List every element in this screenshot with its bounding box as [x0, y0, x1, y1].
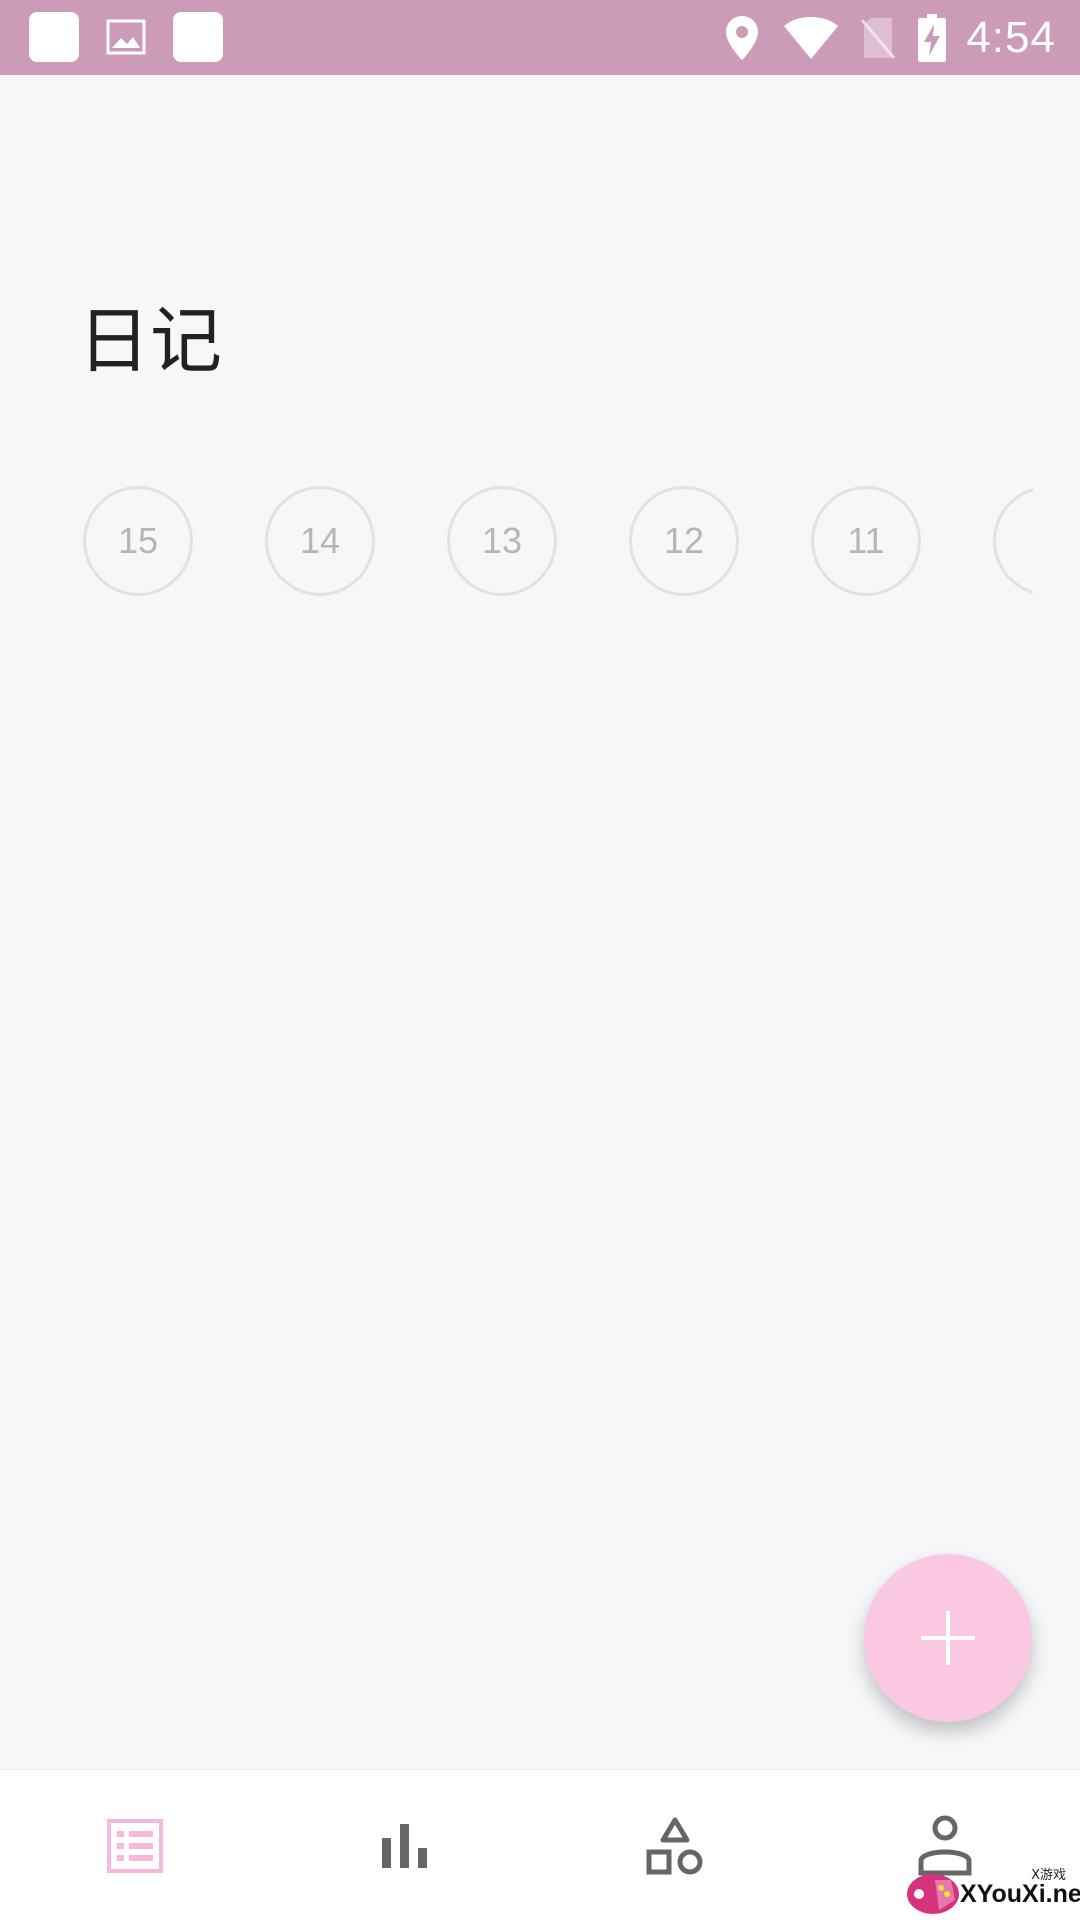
list-icon: [107, 1818, 163, 1873]
day-circle-12[interactable]: 12: [629, 486, 739, 596]
wifi-icon: [784, 16, 839, 59]
shapes-icon: [646, 1817, 703, 1874]
day-circle-10[interactable]: 1: [993, 486, 1033, 596]
nav-item-diary[interactable]: [65, 1770, 205, 1920]
nav-item-stats[interactable]: [335, 1770, 475, 1920]
no-sim-icon: [860, 16, 896, 60]
notification-square-icon: [173, 12, 223, 62]
day-circle-14[interactable]: 14: [265, 486, 375, 596]
plus-icon: [921, 1611, 975, 1665]
page-title: 日记: [78, 299, 223, 383]
battery-charging-icon: [918, 13, 947, 62]
nav-item-shapes[interactable]: [605, 1770, 745, 1920]
gamepad-logo-icon: [907, 1874, 959, 1914]
day-row: 15 14 13 12 11 1: [83, 486, 1033, 596]
status-bar: 4:54: [0, 0, 1080, 75]
image-icon: [101, 12, 151, 62]
day-circle-15[interactable]: 15: [83, 486, 193, 596]
notification-square-icon: [29, 12, 79, 62]
status-notifications: [29, 12, 223, 62]
status-system-icons: 4:54: [726, 0, 1056, 75]
screen: 4:54 日记 15 14 13 12 11 1: [0, 0, 1080, 1920]
status-time: 4:54: [966, 12, 1056, 62]
add-entry-button[interactable]: [864, 1554, 1032, 1722]
day-circle-11[interactable]: 11: [811, 486, 921, 596]
location-icon: [726, 15, 759, 60]
bar-chart-icon: [382, 1823, 427, 1868]
day-strip[interactable]: 15 14 13 12 11 1: [83, 486, 1033, 596]
watermark-text: XYouXi.net: [960, 1880, 1080, 1908]
day-circle-13[interactable]: 13: [447, 486, 557, 596]
watermark: X游戏 XYouXi.net: [905, 1860, 1080, 1920]
